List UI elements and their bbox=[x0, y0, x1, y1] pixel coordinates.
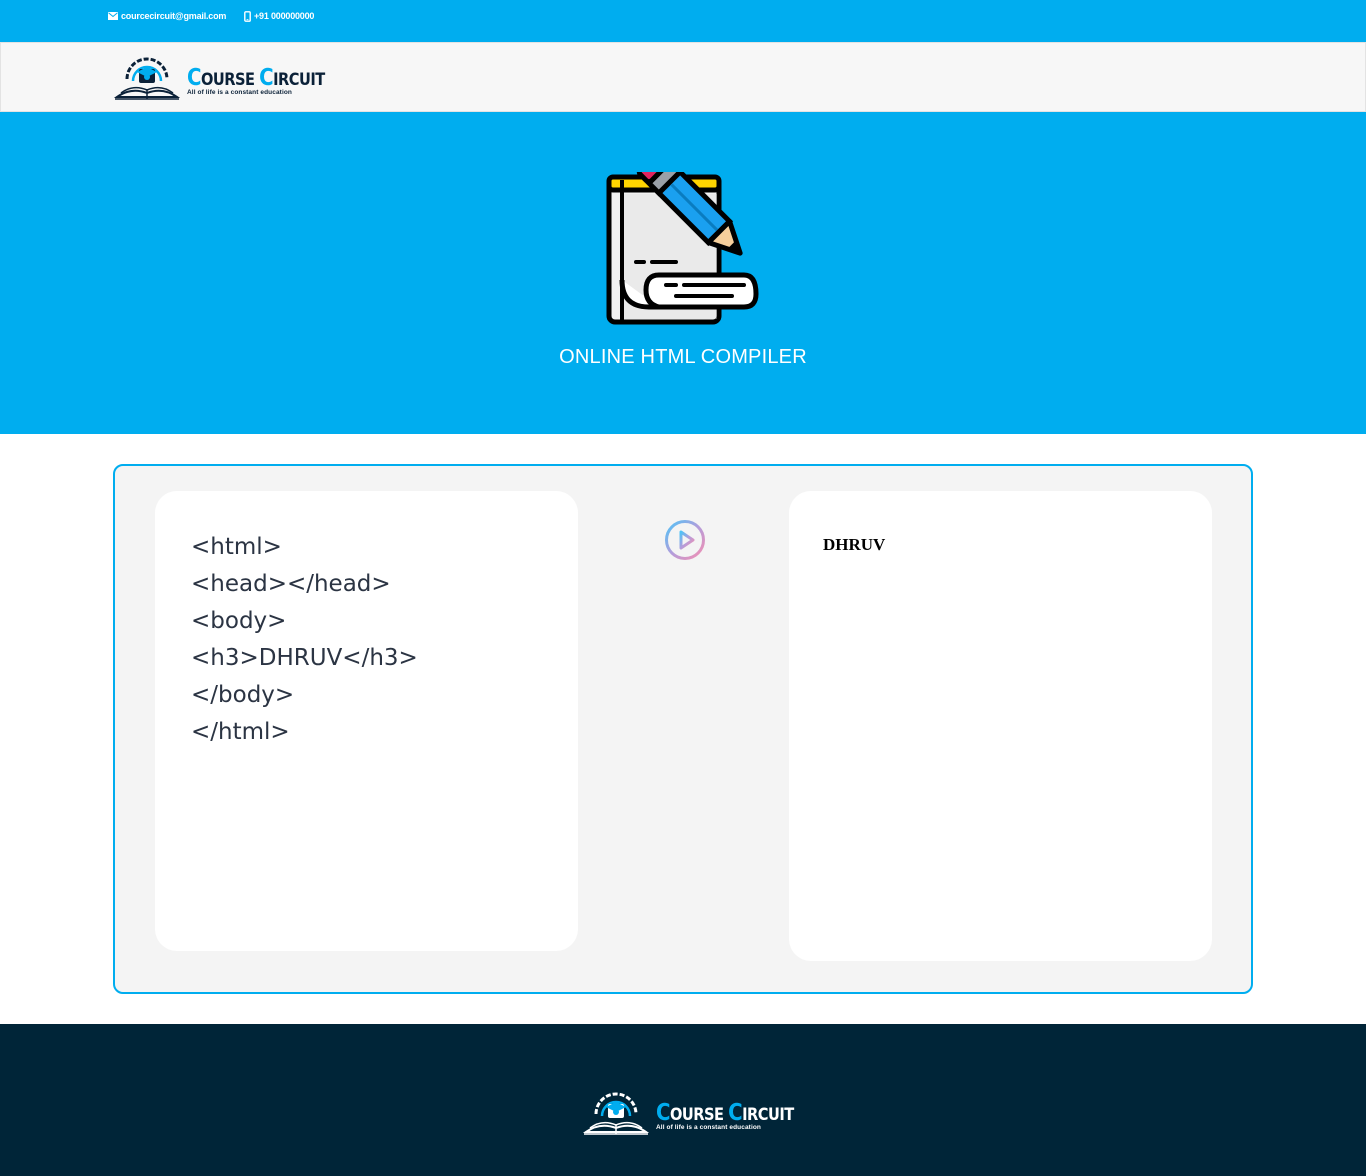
output-heading: DHRUV bbox=[823, 535, 886, 554]
envelope-icon bbox=[108, 12, 118, 20]
code-editor[interactable]: <html> <head></head> <body> <h3>DHRUV</h… bbox=[155, 491, 578, 951]
contact-email[interactable]: courcecircuit@gmail.com bbox=[108, 10, 226, 22]
navbar: COURSE CIRCUIT All of life is a constant… bbox=[0, 42, 1366, 112]
footer: COURSE CIRCUIT All of life is a constant… bbox=[0, 1024, 1366, 1176]
footer-brand-name: COURSE CIRCUIT bbox=[656, 1099, 794, 1126]
brand-name: COURSE CIRCUIT bbox=[187, 64, 325, 91]
page-title: ONLINE HTML COMPILER bbox=[559, 346, 807, 368]
notepad-pencil-icon bbox=[604, 149, 764, 332]
footer-brand-logo[interactable]: COURSE CIRCUIT All of life is a constant… bbox=[582, 1092, 816, 1141]
code-editor-content[interactable]: <html> <head></head> <body> <h3>DHRUV</h… bbox=[191, 529, 542, 751]
open-book-logo-icon bbox=[582, 1092, 650, 1141]
contact-email-text: courcecircuit@gmail.com bbox=[121, 11, 227, 21]
top-contact-bar: courcecircuit@gmail.com +91 000000000 bbox=[0, 0, 1366, 42]
output-preview: DHRUV bbox=[789, 491, 1212, 961]
mobile-phone-icon bbox=[244, 10, 251, 22]
hero-banner: ONLINE HTML COMPILER bbox=[0, 112, 1366, 434]
compiler-card: <html> <head></head> <body> <h3>DHRUV</h… bbox=[113, 464, 1253, 994]
footer-brand-wordmark: COURSE CIRCUIT All of life is a constant… bbox=[656, 1099, 816, 1131]
brand-logo[interactable]: COURSE CIRCUIT All of life is a constant… bbox=[113, 57, 347, 106]
play-circle-icon bbox=[663, 520, 707, 566]
brand-wordmark: COURSE CIRCUIT All of life is a constant… bbox=[187, 64, 347, 96]
run-button[interactable] bbox=[663, 518, 707, 562]
contact-phone[interactable]: +91 000000000 bbox=[244, 10, 314, 22]
open-book-logo-icon bbox=[113, 57, 181, 106]
contact-phone-text: +91 000000000 bbox=[254, 11, 315, 21]
